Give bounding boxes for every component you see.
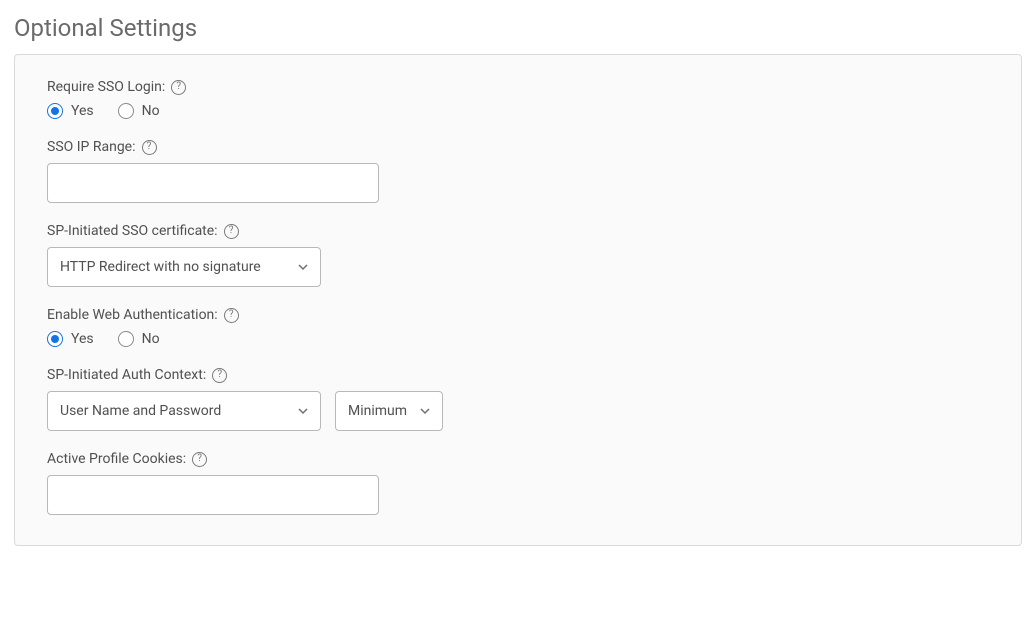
require-sso-field: Require SSO Login: ? Yes No xyxy=(47,79,989,119)
help-icon[interactable]: ? xyxy=(171,80,186,95)
radio-no-label: No xyxy=(142,103,160,119)
help-icon[interactable]: ? xyxy=(192,452,207,467)
chevron-down-icon xyxy=(298,262,308,272)
web-auth-label: Enable Web Authentication: xyxy=(47,307,218,323)
require-sso-label: Require SSO Login: xyxy=(47,79,165,95)
radio-unchecked-icon xyxy=(118,331,134,347)
radio-no-label: No xyxy=(142,331,160,347)
sp-cert-selected-value: HTTP Redirect with no signature xyxy=(60,259,261,275)
auth-comparison-select[interactable]: Minimum xyxy=(335,391,443,431)
auth-context-selected-value: User Name and Password xyxy=(60,403,221,419)
help-icon[interactable]: ? xyxy=(224,224,239,239)
require-sso-yes-radio[interactable]: Yes xyxy=(47,103,94,119)
optional-settings-heading: Optional Settings xyxy=(14,14,1022,42)
sso-ip-range-input[interactable] xyxy=(47,163,379,203)
radio-checked-icon xyxy=(47,103,63,119)
sp-cert-select[interactable]: HTTP Redirect with no signature xyxy=(47,247,321,287)
auth-context-select[interactable]: User Name and Password xyxy=(47,391,321,431)
active-cookies-input[interactable] xyxy=(47,475,379,515)
sp-cert-label: SP-Initiated SSO certificate: xyxy=(47,223,218,239)
sso-ip-range-label: SSO IP Range: xyxy=(47,139,136,155)
auth-comparison-selected-value: Minimum xyxy=(348,403,407,419)
radio-yes-label: Yes xyxy=(71,103,94,119)
require-sso-no-radio[interactable]: No xyxy=(118,103,160,119)
chevron-down-icon xyxy=(298,406,308,416)
help-icon[interactable]: ? xyxy=(212,368,227,383)
radio-unchecked-icon xyxy=(118,103,134,119)
sso-ip-range-field: SSO IP Range: ? xyxy=(47,139,989,203)
sp-cert-field: SP-Initiated SSO certificate: ? HTTP Red… xyxy=(47,223,989,287)
chevron-down-icon xyxy=(420,406,430,416)
auth-context-field: SP-Initiated Auth Context: ? User Name a… xyxy=(47,367,989,431)
active-cookies-label: Active Profile Cookies: xyxy=(47,451,186,467)
radio-checked-icon xyxy=(47,331,63,347)
help-icon[interactable]: ? xyxy=(224,308,239,323)
web-auth-field: Enable Web Authentication: ? Yes No xyxy=(47,307,989,347)
radio-yes-label: Yes xyxy=(71,331,94,347)
web-auth-yes-radio[interactable]: Yes xyxy=(47,331,94,347)
auth-context-label: SP-Initiated Auth Context: xyxy=(47,367,206,383)
active-cookies-field: Active Profile Cookies: ? xyxy=(47,451,989,515)
web-auth-no-radio[interactable]: No xyxy=(118,331,160,347)
optional-settings-panel: Require SSO Login: ? Yes No SSO IP Range… xyxy=(14,54,1022,546)
help-icon[interactable]: ? xyxy=(142,140,157,155)
